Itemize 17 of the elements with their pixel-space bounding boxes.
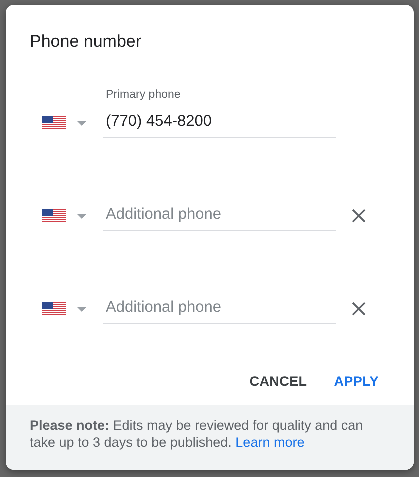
close-icon[interactable] (352, 209, 366, 223)
cancel-button[interactable]: CANCEL (242, 365, 316, 397)
dropdown-caret-icon[interactable] (77, 306, 87, 312)
apply-button[interactable]: APPLY (326, 365, 387, 397)
flag-icon (42, 209, 66, 223)
learn-more-link[interactable]: Learn more (236, 435, 305, 450)
flag-icon (42, 302, 66, 316)
phone-field[interactable]: Additional phone (103, 200, 336, 231)
phone-field[interactable]: Additional phone (103, 293, 336, 324)
field-label: Primary phone (106, 88, 181, 103)
dropdown-caret-icon[interactable] (77, 214, 87, 218)
close-icon[interactable] (352, 302, 366, 316)
dialog-title: Phone number (30, 32, 142, 52)
note-text: Please note: Edits may be reviewed for quality and can take up to 3 days to be published. Learn more (30, 417, 364, 451)
dropdown-caret-icon[interactable] (77, 120, 87, 126)
phone-field[interactable]: (770) 454-8200 (103, 107, 336, 138)
flag-icon (42, 116, 66, 130)
